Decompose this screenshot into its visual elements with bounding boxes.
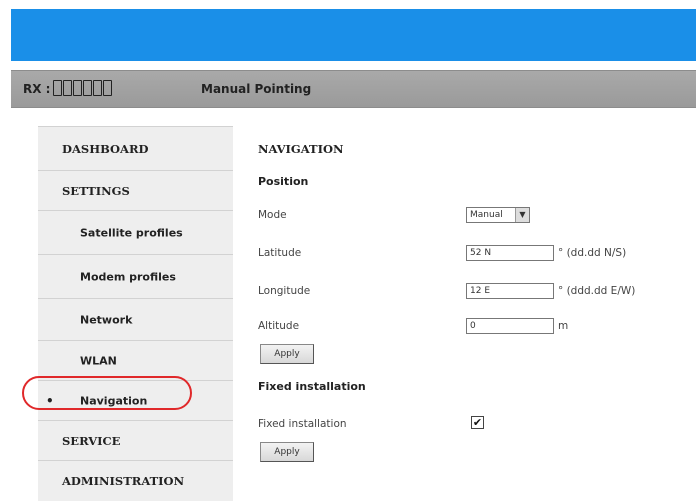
- header-banner: [11, 9, 696, 61]
- sidebar-item-service[interactable]: SERVICE: [38, 420, 233, 460]
- sidebar-item-label: ADMINISTRATION: [62, 474, 185, 488]
- rx-bar: [73, 80, 82, 96]
- fixed-installation-checkbox[interactable]: ✔: [471, 416, 484, 429]
- latitude-input[interactable]: 52 N: [466, 245, 554, 261]
- sidebar-item-label: Satellite profiles: [80, 226, 183, 239]
- rx-bar: [103, 80, 112, 96]
- position-heading: Position: [258, 175, 309, 188]
- latitude-unit: ° (dd.dd N/S): [558, 247, 627, 259]
- longitude-label: Longitude: [258, 285, 311, 297]
- sidebar-item-dashboard[interactable]: DASHBOARD: [38, 126, 233, 170]
- main-content: NAVIGATION Position Mode Manual ▼ Latitu…: [258, 126, 688, 501]
- altitude-label: Altitude: [258, 320, 300, 332]
- sidebar-item-label: WLAN: [80, 354, 117, 367]
- top-band: [0, 0, 696, 61]
- latitude-label: Latitude: [258, 247, 302, 259]
- fixed-installation-heading: Fixed installation: [258, 380, 366, 393]
- highlight-annotation: [22, 376, 192, 410]
- fixed-apply-button[interactable]: Apply: [260, 442, 314, 462]
- sidebar-item-label: SETTINGS: [62, 183, 130, 198]
- sidebar-item-modem-profiles[interactable]: Modem profiles: [38, 254, 233, 298]
- mode-select[interactable]: Manual ▼: [466, 207, 530, 223]
- longitude-input[interactable]: 12 E: [466, 283, 554, 299]
- sidebar-item-wlan[interactable]: WLAN: [38, 340, 233, 380]
- longitude-unit: ° (ddd.dd E/W): [558, 285, 636, 297]
- sidebar-item-satellite-profiles[interactable]: Satellite profiles: [38, 210, 233, 254]
- sidebar: DASHBOARD SETTINGS Satellite profiles Mo…: [38, 126, 233, 501]
- rx-bar: [53, 80, 62, 96]
- rx-bar: [93, 80, 102, 96]
- sidebar-item-label: SERVICE: [62, 433, 121, 448]
- altitude-unit: m: [558, 320, 569, 332]
- rx-label: RX :: [23, 82, 51, 96]
- sidebar-item-settings[interactable]: SETTINGS: [38, 170, 233, 210]
- sidebar-item-label: DASHBOARD: [62, 141, 149, 156]
- altitude-input[interactable]: 0: [466, 318, 554, 334]
- mode-select-value: Manual: [470, 210, 503, 220]
- rx-bar: [63, 80, 72, 96]
- page-title: Manual Pointing: [201, 82, 312, 96]
- chevron-down-icon[interactable]: ▼: [515, 208, 529, 222]
- sidebar-item-label: Network: [80, 313, 133, 326]
- rx-signal-bars: [53, 80, 112, 96]
- mode-label: Mode: [258, 209, 287, 221]
- position-apply-button[interactable]: Apply: [260, 344, 314, 364]
- sidebar-item-label: Modem profiles: [80, 270, 176, 283]
- section-title: NAVIGATION: [258, 142, 344, 156]
- sidebar-item-administration[interactable]: ADMINISTRATION: [38, 460, 233, 501]
- status-bar: RX : Manual Pointing: [11, 70, 696, 108]
- rx-bar: [83, 80, 92, 96]
- sidebar-item-network[interactable]: Network: [38, 298, 233, 340]
- fixed-installation-label: Fixed installation: [258, 418, 347, 430]
